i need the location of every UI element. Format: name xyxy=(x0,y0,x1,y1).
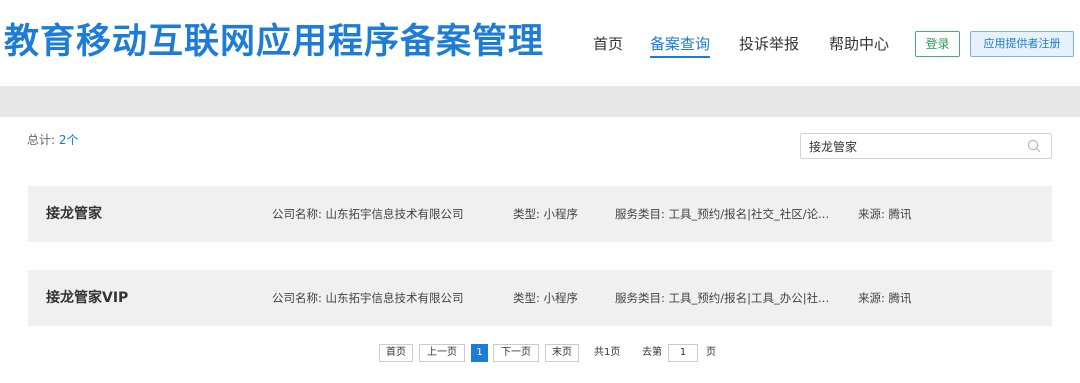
header: 教育移动互联网应用程序备案管理 首页 备案查询 投诉举报 帮助中心 登录 应用提… xyxy=(0,0,1080,86)
result-row[interactable]: 接龙管家VIP 公司名称: 山东拓宇信息技术有限公司 类型: 小程序 服务类目:… xyxy=(28,270,1052,326)
total-count: 2个 xyxy=(58,133,79,147)
page-last-button[interactable]: 末页 xyxy=(545,344,579,362)
total-label: 总计: xyxy=(27,133,59,147)
search-input[interactable] xyxy=(809,134,1009,158)
login-button[interactable]: 登录 xyxy=(915,31,960,57)
goto-page-input[interactable]: 1 xyxy=(668,344,698,362)
company-name: 公司名称: 山东拓宇信息技术有限公司 xyxy=(272,291,464,305)
app-name[interactable]: 接龙管家 xyxy=(46,186,102,242)
app-source: 来源: 腾讯 xyxy=(858,291,912,305)
provider-register-button[interactable]: 应用提供者注册 xyxy=(970,31,1074,57)
app-type: 类型: 小程序 xyxy=(513,207,579,221)
search-box xyxy=(800,133,1052,159)
company-name: 公司名称: 山东拓宇信息技术有限公司 xyxy=(272,207,464,221)
page-next-button[interactable]: 下一页 xyxy=(493,344,539,362)
search-icon[interactable] xyxy=(1027,139,1041,153)
nav-help-center[interactable]: 帮助中心 xyxy=(829,32,889,56)
app-source: 来源: 腾讯 xyxy=(858,207,912,221)
site-logo-title[interactable]: 教育移动互联网应用程序备案管理 xyxy=(4,20,544,64)
app-name[interactable]: 接龙管家VIP xyxy=(46,270,128,326)
goto-label: 去第 xyxy=(642,347,662,358)
page-first-button[interactable]: 首页 xyxy=(379,344,413,362)
result-row[interactable]: 接龙管家 公司名称: 山东拓宇信息技术有限公司 类型: 小程序 服务类目: 工具… xyxy=(28,186,1052,242)
page-current[interactable]: 1 xyxy=(471,344,488,362)
service-category: 服务类目: 工具_预约/报名|社交_社区/论... xyxy=(615,207,830,221)
page-prev-button[interactable]: 上一页 xyxy=(419,344,465,362)
service-category: 服务类目: 工具_预约/报名|工具_办公|社... xyxy=(615,291,830,305)
app-type: 类型: 小程序 xyxy=(513,291,579,305)
nav-record-query[interactable]: 备案查询 xyxy=(650,32,711,58)
page-unit: 页 xyxy=(706,347,716,358)
nav-home[interactable]: 首页 xyxy=(593,32,623,56)
nav-complaint[interactable]: 投诉举报 xyxy=(739,32,799,56)
result-total: 总计: 2个 xyxy=(27,132,79,148)
total-pages: 共1页 xyxy=(594,347,621,358)
banner-band xyxy=(0,86,1080,117)
